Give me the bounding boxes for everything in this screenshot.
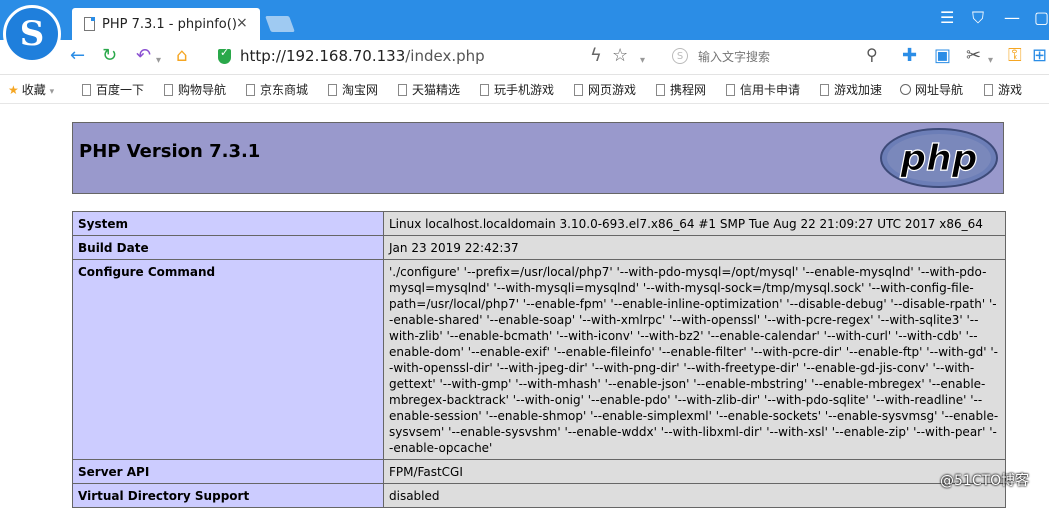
table-row: Configure Command './configure' '--prefi… — [72, 259, 1006, 460]
bookmark-item[interactable]: 百度一下 — [82, 81, 144, 98]
page-icon — [574, 84, 583, 96]
skin-icon[interactable]: ⛉ — [972, 8, 984, 28]
watermark: @51CTO博客 — [940, 473, 1030, 489]
page-icon — [656, 84, 665, 96]
bookmark-item[interactable]: 信用卡申请 — [726, 81, 800, 98]
bookmarks-bar: ★ 收藏 ▾ 百度一下 购物导航 京东商城 淘宝网 天猫精选 玩手机游戏 网页游戏… — [0, 75, 1049, 104]
bookmark-item[interactable]: 购物导航 — [164, 81, 226, 98]
row-key: Build Date — [72, 235, 384, 260]
tab-title: PHP 7.3.1 - phpinfo() — [102, 17, 237, 32]
home-icon[interactable]: ⌂ — [176, 45, 187, 67]
table-row: Virtual Directory Support disabled — [72, 483, 1006, 508]
search-box: S ⚲ — [662, 44, 890, 70]
globe-icon — [900, 84, 911, 95]
page-icon — [82, 84, 91, 96]
info-table: System Linux localhost.localdomain 3.10.… — [72, 211, 1006, 508]
page-icon — [246, 84, 255, 96]
php-logo: php — [880, 128, 998, 188]
puzzle-icon[interactable]: ✚ — [902, 45, 917, 67]
menu-icon[interactable]: ☰ — [940, 8, 954, 27]
row-key: Server API — [72, 459, 384, 484]
row-key: System — [72, 211, 384, 236]
extension-icon[interactable]: ▣ — [934, 45, 951, 67]
page-icon — [164, 84, 173, 96]
magnifier-icon[interactable]: ⚲ — [866, 45, 878, 64]
browser-tab[interactable]: PHP 7.3.1 - phpinfo() × — [72, 8, 260, 40]
page-title: PHP Version 7.3.1 — [79, 141, 261, 162]
bookmark-item[interactable]: 携程网 — [656, 81, 706, 98]
search-input[interactable] — [696, 46, 860, 68]
url-host: http://192.168.70.133 — [240, 47, 406, 65]
key-icon[interactable]: ⚿ — [1008, 45, 1022, 67]
reload-icon[interactable]: ↻ — [102, 45, 117, 67]
page-icon — [480, 84, 489, 96]
page-icon — [328, 84, 337, 96]
page-icon — [398, 84, 407, 96]
row-value: FPM/FastCGI — [383, 459, 1006, 484]
undo-icon[interactable]: ↶ — [136, 45, 151, 67]
lightning-icon[interactable]: ϟ — [590, 45, 602, 67]
table-row: System Linux localhost.localdomain 3.10.… — [72, 211, 1006, 236]
row-key: Configure Command — [72, 259, 384, 460]
navigation-bar: ← ↻ ↶ ▾ ⌂ http://192.168.70.133/index.ph… — [0, 40, 1049, 75]
page-icon — [820, 84, 829, 96]
row-value: Jan 23 2019 22:42:37 — [383, 235, 1006, 260]
browser-logo: S — [3, 5, 61, 63]
app-grid-icon[interactable]: ⊞ — [1032, 45, 1047, 67]
new-tab-button[interactable] — [265, 16, 295, 32]
page-icon — [726, 84, 735, 96]
shield-icon — [218, 46, 231, 64]
search-engine-icon[interactable]: S — [672, 48, 688, 64]
bookmark-item[interactable]: 淘宝网 — [328, 81, 378, 98]
maximize-icon[interactable]: ▢ — [1034, 8, 1049, 27]
minimize-icon[interactable]: — — [1004, 8, 1020, 27]
url-path: /index.php — [405, 47, 485, 65]
bookmark-item[interactable]: 玩手机游戏 — [480, 81, 554, 98]
bookmark-item[interactable]: 游戏 — [984, 81, 1022, 98]
back-arrow-icon[interactable]: ← — [70, 45, 85, 67]
page-icon — [84, 17, 95, 31]
php-logo-text: php — [899, 138, 977, 179]
row-value: Linux localhost.localdomain 3.10.0-693.e… — [383, 211, 1006, 236]
php-header: PHP Version 7.3.1 php — [72, 122, 1004, 194]
tab-close-icon[interactable]: × — [236, 15, 248, 31]
bookmark-item[interactable]: 网址导航 — [900, 81, 963, 98]
chevron-down-icon[interactable]: ▾ — [156, 50, 161, 72]
table-row: Server API FPM/FastCGI — [72, 459, 1006, 484]
chevron-down-icon[interactable]: ▾ — [640, 50, 645, 72]
page-content: PHP Version 7.3.1 php System Linux local… — [0, 104, 1049, 508]
star-icon[interactable]: ☆ — [612, 45, 628, 67]
scissors-icon[interactable]: ✂ — [966, 45, 981, 67]
title-bar: PHP 7.3.1 - phpinfo() × ☰ ⛉ — ▢ — [0, 0, 1049, 40]
page-icon — [984, 84, 993, 96]
table-row: Build Date Jan 23 2019 22:42:37 — [72, 235, 1006, 260]
row-key: Virtual Directory Support — [72, 483, 384, 508]
bookmark-item[interactable]: 京东商城 — [246, 81, 308, 98]
bookmark-item[interactable]: 天猫精选 — [398, 81, 460, 98]
address-bar[interactable]: http://192.168.70.133/index.php — [240, 47, 485, 65]
star-icon: ★ — [8, 83, 19, 97]
bookmark-item[interactable]: 网页游戏 — [574, 81, 636, 98]
chevron-down-icon[interactable]: ▾ — [988, 50, 993, 72]
bookmark-item[interactable]: 游戏加速 — [820, 81, 882, 98]
bookmark-favorites[interactable]: ★ 收藏 ▾ — [8, 81, 54, 98]
row-value: disabled — [383, 483, 1006, 508]
row-value: './configure' '--prefix=/usr/local/php7'… — [383, 259, 1006, 460]
